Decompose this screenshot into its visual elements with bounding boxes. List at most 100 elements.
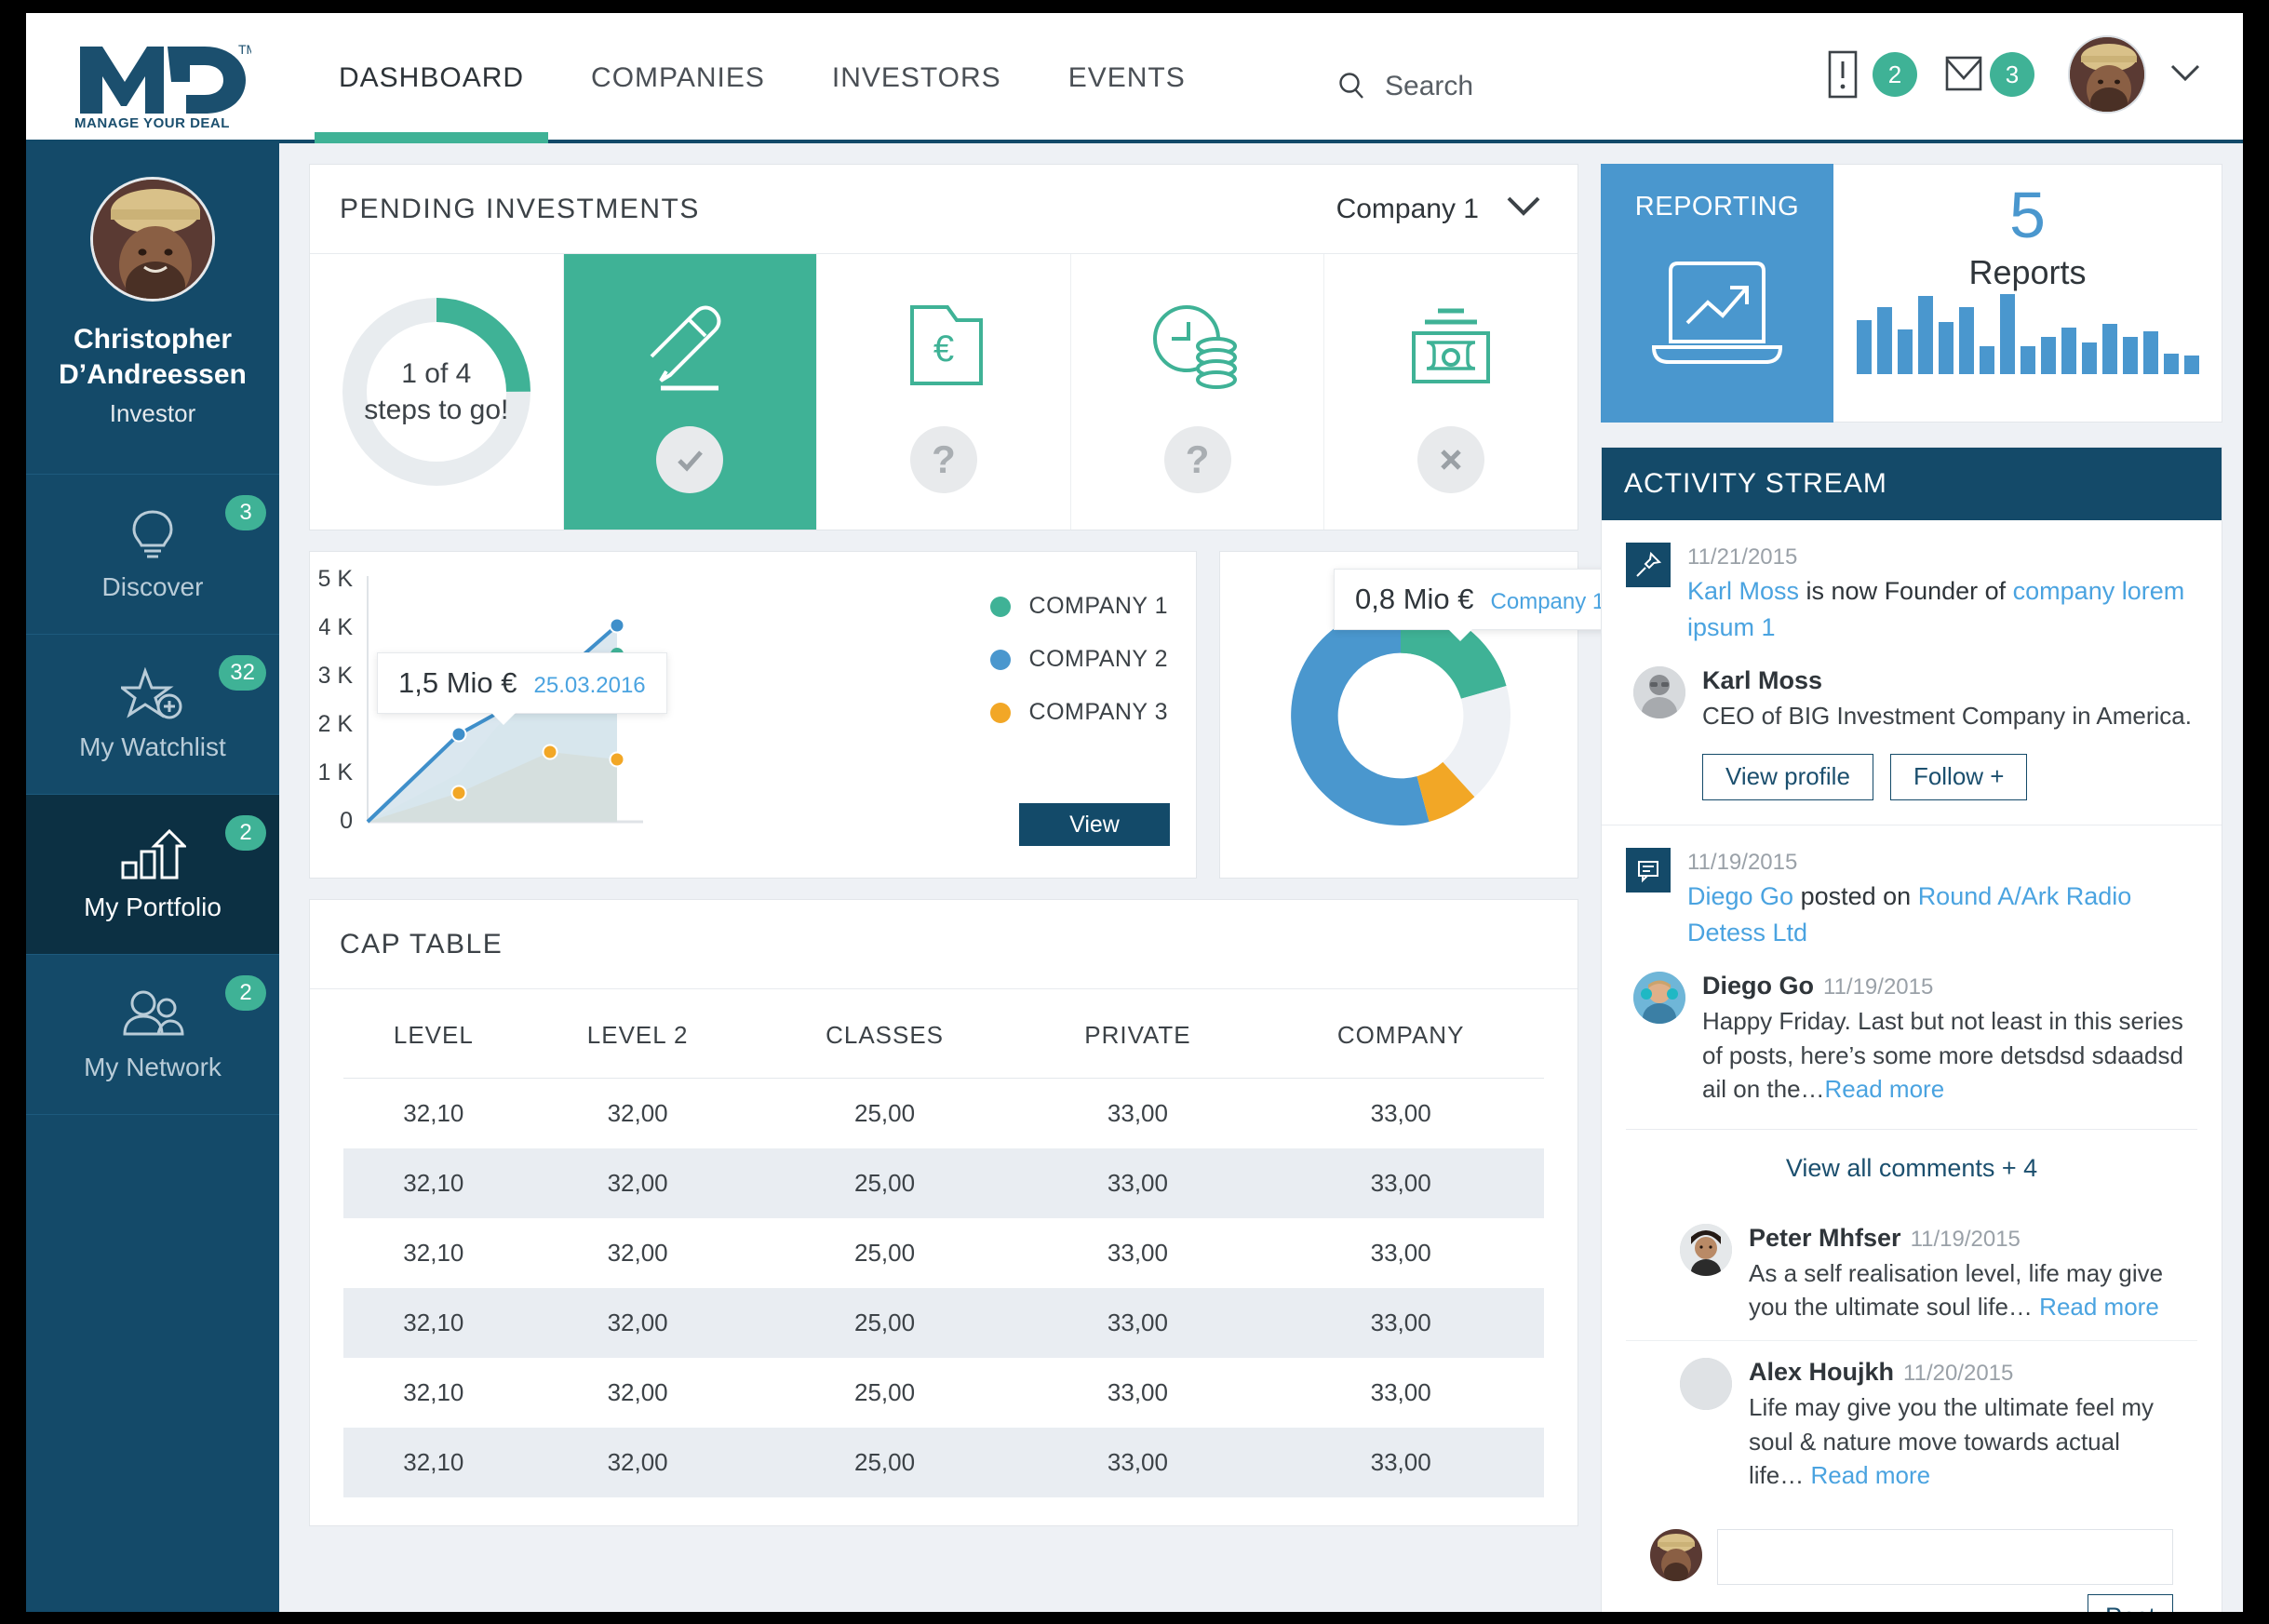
tab-events[interactable]: EVENTS <box>1035 13 1219 143</box>
cell: 32,10 <box>403 1448 464 1476</box>
investment-steps: 1 of 4 steps to go! € ? ? <box>310 254 1578 530</box>
pin-icon <box>1626 543 1671 587</box>
svg-text:4 K: 4 K <box>319 614 353 640</box>
charts-row: 5 K 4 K 3 K 2 K 1 K 0 1,5 Mio € 25.03.20… <box>309 551 1627 879</box>
lightbulb-icon <box>127 507 179 561</box>
comment-author-name: Peter Mhfser 11/19/2015 <box>1749 1224 2173 1253</box>
post-author-name-text: Diego Go <box>1702 972 1814 1000</box>
sidebar-label-network: My Network <box>84 1052 222 1081</box>
table-row[interactable]: 32,10 32,00 25,00 33,00 33,00 <box>343 1288 1544 1358</box>
sidebar-badge-discover: 3 <box>225 495 266 530</box>
sidebar-item-discover[interactable]: 3 Discover <box>26 475 279 635</box>
follow-button[interactable]: Follow + <box>1889 753 2028 800</box>
sidebar-user-role: Investor <box>109 399 196 427</box>
table-row[interactable]: 32,10 32,00 25,00 33,00 33,00 <box>343 1079 1544 1149</box>
post-action-text: is now Founder of <box>1799 577 2013 606</box>
post-date: 11/21/2015 <box>1687 544 1798 570</box>
question-icon: ? <box>909 426 977 493</box>
cell: 33,00 <box>1370 1169 1431 1197</box>
messages-badge[interactable]: 3 <box>1990 52 2034 97</box>
table-row[interactable]: 32,10 32,00 25,00 33,00 33,00 <box>343 1428 1544 1497</box>
donut-tooltip-value: 0,8 Mio € <box>1355 583 1474 615</box>
table-row[interactable]: 32,10 32,00 25,00 33,00 33,00 <box>343 1148 1544 1218</box>
cell: 25,00 <box>854 1169 916 1197</box>
tab-dashboard[interactable]: DASHBOARD <box>305 13 557 143</box>
table-row[interactable]: 32,10 32,00 25,00 33,00 33,00 <box>343 1218 1544 1288</box>
reporting-label-panel: REPORTING <box>1601 164 1833 423</box>
tab-companies[interactable]: COMPANIES <box>557 13 799 143</box>
area-chart-card: 5 K 4 K 3 K 2 K 1 K 0 1,5 Mio € 25.03.20… <box>309 551 1197 879</box>
table-row[interactable]: 32,10 32,00 25,00 33,00 33,00 <box>343 1358 1544 1428</box>
post-button[interactable]: Post <box>2088 1594 2173 1612</box>
close-icon <box>1417 426 1485 493</box>
post-body-text: Happy Friday. Last but not least in this… <box>1702 1004 2197 1106</box>
alerts-badge[interactable]: 2 <box>1873 52 1917 97</box>
tab-events-label: EVENTS <box>1067 62 1186 93</box>
post-author-date: 11/19/2015 <box>1823 974 1934 1000</box>
legend-item[interactable]: COMPANY 3 <box>989 699 1168 726</box>
view-button[interactable]: View <box>1019 803 1170 846</box>
col-private: PRIVATE <box>1017 989 1258 1079</box>
search-bar[interactable]: Search <box>1336 71 1473 102</box>
donut-tooltip-label: Company 1 <box>1490 589 1605 614</box>
company-select-value: Company 1 <box>1336 193 1479 224</box>
search-icon <box>1336 71 1368 102</box>
post-actor-link[interactable]: Karl Moss <box>1687 577 1799 605</box>
post-headline: Diego Go posted on Round A/Ark Radio Det… <box>1687 879 2197 951</box>
search-input[interactable]: Search <box>1385 71 1473 102</box>
comment-item: Peter Mhfser 11/19/2015 As a self realisa… <box>1626 1207 2197 1341</box>
alert-icon[interactable] <box>1824 48 1861 101</box>
reporting-card[interactable]: REPORTING 5 Reports <box>1601 164 2222 423</box>
col-level: LEVEL <box>343 989 524 1079</box>
company-select[interactable]: Company 1 <box>1336 193 1548 226</box>
comment-avatar[interactable] <box>1680 1223 1732 1276</box>
pen-signature-icon <box>638 290 741 402</box>
cap-table-title: CAP TABLE <box>340 928 503 960</box>
sidebar-item-portfolio[interactable]: 2 My Portfolio <box>26 795 279 955</box>
tab-investors[interactable]: INVESTORS <box>799 13 1035 143</box>
step-timing[interactable]: ? <box>1071 254 1325 530</box>
step-payment[interactable] <box>1324 254 1578 530</box>
post-actor-link[interactable]: Diego Go <box>1687 882 1793 910</box>
cell: 33,00 <box>1107 1378 1168 1406</box>
avatar[interactable] <box>2068 35 2146 114</box>
read-more-link[interactable]: Read more <box>1810 1461 1930 1489</box>
sidebar-badge-portfolio: 2 <box>225 815 266 851</box>
header-icons: 2 3 <box>1824 35 2204 114</box>
cell: 25,00 <box>854 1448 916 1476</box>
svg-text:0: 0 <box>340 808 353 834</box>
sidebar-badge-watchlist: 32 <box>219 655 266 691</box>
chevron-down-icon[interactable] <box>2167 60 2204 89</box>
tab-investors-label: INVESTORS <box>831 62 1001 93</box>
sidebar-label-discover: Discover <box>101 571 204 601</box>
read-more-link[interactable]: Read more <box>1825 1075 1945 1103</box>
legend-dot-company-1 <box>989 596 1011 617</box>
comment-date: 11/20/2015 <box>1903 1361 2014 1387</box>
banknote-icon <box>1401 290 1501 402</box>
step-sign[interactable] <box>563 254 818 530</box>
composer-avatar <box>1650 1529 1702 1582</box>
cell: 33,00 <box>1370 1239 1431 1267</box>
legend-item[interactable]: COMPANY 1 <box>989 593 1168 620</box>
post-author-sub: CEO of BIG Investment Company in America… <box>1702 702 2192 731</box>
post-author-avatar[interactable] <box>1633 972 1685 1025</box>
people-icon <box>119 987 186 1041</box>
sidebar-avatar[interactable] <box>90 177 215 302</box>
sidebar-item-watchlist[interactable]: 32 My Watchlist <box>26 635 279 795</box>
step-documents[interactable]: € ? <box>817 254 1071 530</box>
legend-item[interactable]: COMPANY 2 <box>989 646 1168 673</box>
sidebar-item-network[interactable]: 2 My Network <box>26 955 279 1115</box>
read-more-link[interactable]: Read more <box>2039 1293 2159 1321</box>
view-profile-button[interactable]: View profile <box>1702 753 1873 800</box>
activity-post: 11/21/2015 Karl Moss is now Founder of c… <box>1602 520 2222 825</box>
cell: 32,10 <box>403 1239 464 1267</box>
comment-avatar[interactable] <box>1680 1358 1732 1411</box>
brand-logo[interactable]: TM <box>74 37 251 123</box>
cell: 33,00 <box>1107 1169 1168 1197</box>
view-all-comments-link[interactable]: View all comments + 4 <box>1626 1128 2197 1207</box>
chart-legend: COMPANY 1 COMPANY 2 COMPANY 3 <box>989 593 1168 752</box>
comment-composer <box>1626 1509 2197 1594</box>
post-author-avatar[interactable] <box>1633 666 1685 719</box>
comment-input[interactable] <box>1717 1529 2173 1586</box>
mail-icon[interactable] <box>1941 48 1982 101</box>
